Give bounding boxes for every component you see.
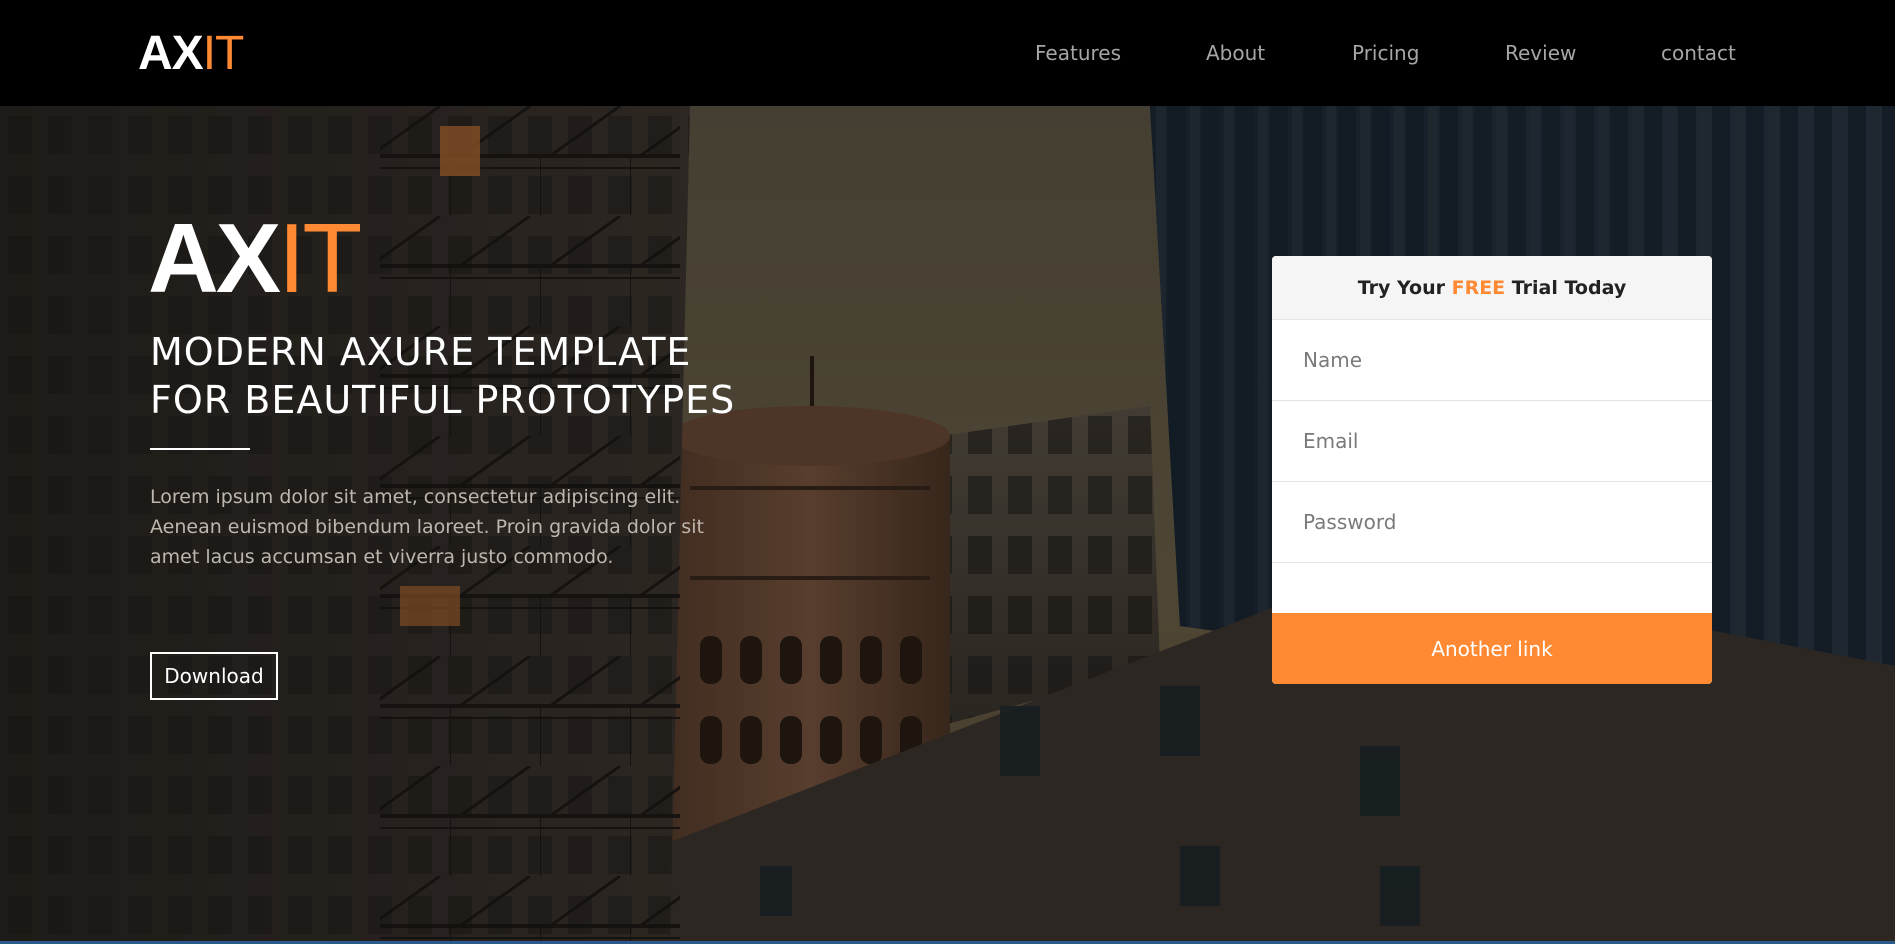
name-input[interactable] — [1272, 320, 1712, 401]
brand-logo-main: AX — [138, 27, 204, 80]
download-button[interactable]: Download — [150, 652, 278, 700]
hero-logo-accent: IT — [278, 203, 362, 313]
navbar: AXIT Features About Pricing Review conta… — [0, 0, 1895, 106]
hero-logo: AXIT — [148, 208, 362, 308]
brand-logo-accent: IT — [202, 27, 245, 80]
hero-headline: MODERN AXURE TEMPLATE FOR BEAUTIFUL PROT… — [150, 328, 850, 424]
hero-description: Lorem ipsum dolor sit amet, consectetur … — [150, 486, 704, 568]
headline-divider — [150, 448, 250, 450]
hero-headline-line1: MODERN AXURE TEMPLATE — [150, 330, 692, 374]
nav-item-review[interactable]: Review — [1505, 41, 1576, 65]
nav-item-pricing[interactable]: Pricing — [1352, 41, 1419, 65]
hero-section: AXIT MODERN AXURE TEMPLATE FOR BEAUTIFUL… — [0, 106, 1895, 944]
trial-title-suffix: Trial Today — [1505, 277, 1627, 299]
trial-form-title: Try Your FREE Trial Today — [1272, 256, 1712, 320]
email-input[interactable] — [1272, 401, 1712, 482]
another-link-button[interactable]: Another link — [1272, 613, 1712, 684]
nav-item-about[interactable]: About — [1206, 41, 1265, 65]
trial-title-prefix: Try Your — [1357, 277, 1452, 299]
hero-headline-line2: FOR BEAUTIFUL PROTOTYPES — [150, 378, 736, 422]
nav-item-contact[interactable]: contact — [1661, 41, 1736, 65]
trial-title-free: FREE — [1451, 277, 1506, 299]
password-input[interactable] — [1272, 482, 1712, 563]
brand-logo[interactable]: AXIT — [138, 27, 245, 80]
hero-logo-main: AX — [148, 203, 281, 313]
nav-item-features[interactable]: Features — [1035, 41, 1121, 65]
trial-signup-form: Try Your FREE Trial Today Another link — [1272, 256, 1712, 684]
